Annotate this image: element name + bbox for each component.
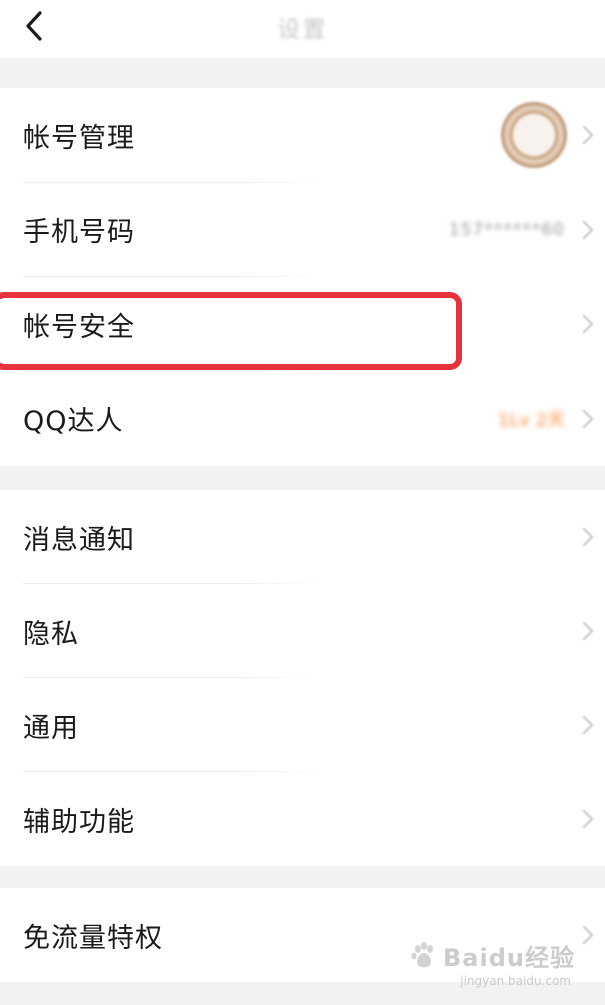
watermark-text: Baidu经验 xyxy=(443,944,575,972)
account-section: 帐号管理 手机号码 157******60 帐号安全 QQ达人 1Lv 2天 xyxy=(0,88,605,466)
row-label: 免流量特权 xyxy=(23,922,163,954)
row-account-security[interactable]: 帐号安全 xyxy=(0,277,605,372)
watermark-subtext: jingyan.baidu.com xyxy=(460,974,571,988)
chevron-right-icon xyxy=(582,126,594,145)
chevron-right-icon xyxy=(582,926,594,945)
chevron-right-icon xyxy=(582,527,594,547)
chevron-right-icon xyxy=(582,715,594,735)
qq-expert-value: 1Lv 2天 xyxy=(497,409,565,431)
page-title: 设置 xyxy=(277,17,328,43)
chevron-right-icon xyxy=(582,220,594,239)
row-accessibility[interactable]: 辅助功能 xyxy=(0,772,605,866)
row-notifications[interactable]: 消息通知 xyxy=(0,490,605,584)
row-label: 消息通知 xyxy=(23,524,135,556)
row-label: 通用 xyxy=(23,712,79,744)
chevron-right-icon xyxy=(582,621,594,641)
settings-screen: 设置 帐号管理 手机号码 157******60 帐号安全 QQ达人 1Lv 2… xyxy=(0,0,605,1005)
row-label: QQ达人 xyxy=(23,406,124,438)
chevron-right-icon xyxy=(582,809,594,829)
watermark: Baidu经验 xyxy=(409,938,575,973)
row-qq-expert[interactable]: QQ达人 1Lv 2天 xyxy=(0,372,605,467)
row-label: 隐私 xyxy=(23,618,79,650)
phone-value: 157******60 xyxy=(448,219,565,240)
row-account-management[interactable]: 帐号管理 xyxy=(0,88,605,183)
row-phone-number[interactable]: 手机号码 157******60 xyxy=(0,183,605,277)
row-label: 手机号码 xyxy=(23,217,135,249)
avatar xyxy=(501,102,567,169)
general-section: 消息通知 隐私 通用 辅助功能 xyxy=(0,490,605,866)
chevron-right-icon xyxy=(582,409,594,428)
row-label: 帐号管理 xyxy=(23,122,135,154)
row-general[interactable]: 通用 xyxy=(0,678,605,772)
row-privacy[interactable]: 隐私 xyxy=(0,584,605,678)
nav-header: 设置 xyxy=(0,0,605,58)
row-label: 辅助功能 xyxy=(23,806,135,838)
row-label: 帐号安全 xyxy=(23,311,135,343)
chevron-right-icon xyxy=(582,315,594,334)
paw-icon xyxy=(411,941,434,967)
